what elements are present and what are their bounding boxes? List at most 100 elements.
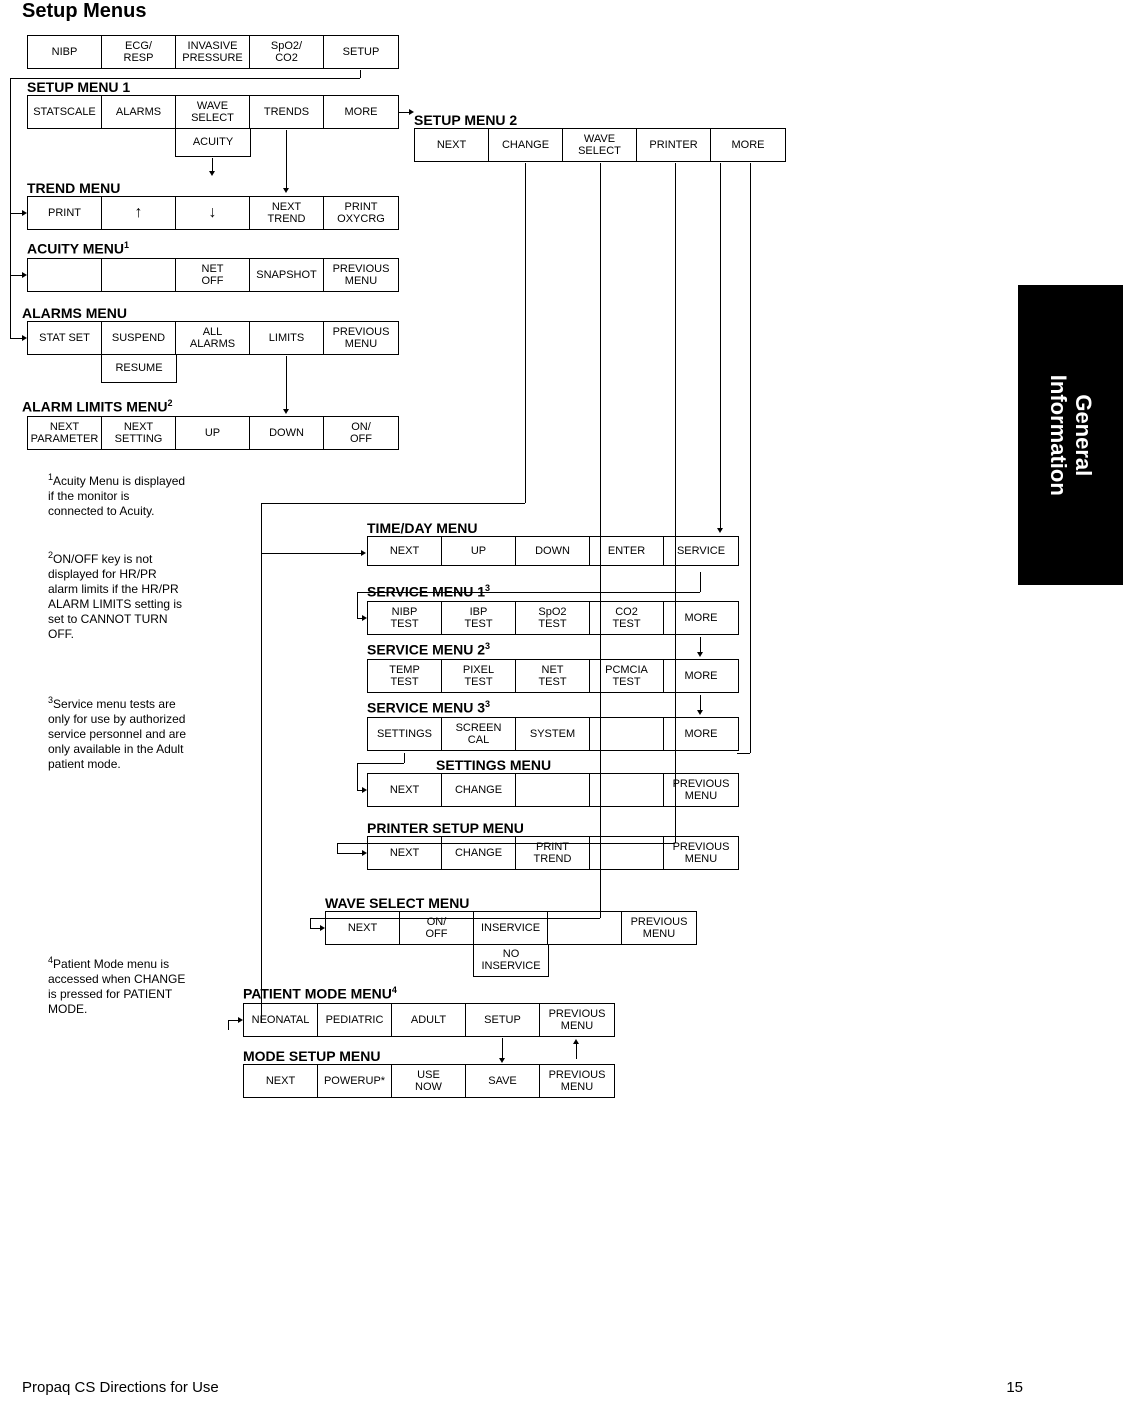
alarms-item[interactable]: STAT SET (28, 322, 102, 354)
time-day-item[interactable]: NEXT (368, 537, 442, 565)
setup1-item[interactable]: MORE (324, 96, 398, 128)
wave-select-item[interactable]: INSERVICE (474, 912, 548, 944)
mode-setup-item[interactable]: POWERUP* (318, 1065, 392, 1097)
alarms-item[interactable]: LIMITS (250, 322, 324, 354)
trend-item[interactable]: NEXTTREND (250, 197, 324, 229)
setup1-item[interactable]: ALARMS (102, 96, 176, 128)
connector-arrow (212, 158, 213, 171)
top-menu: NIBP ECG/RESP INVASIVEPRESSURE SpO2/CO2 … (27, 35, 399, 69)
time-day-header: TIME/DAY MENU (367, 520, 477, 536)
acuity-item[interactable]: NETOFF (176, 259, 250, 291)
printer-item[interactable]: CHANGE (442, 837, 516, 869)
connector-line (525, 163, 526, 503)
service2-item[interactable]: PCMCIATEST (590, 660, 664, 692)
setup1-item[interactable]: WAVESELECT (176, 96, 250, 128)
arrow-down-icon[interactable]: ↓ (176, 197, 250, 229)
note-3: 3Service menu tests are only for use by … (48, 695, 188, 772)
setup1-item[interactable]: TRENDS (250, 96, 324, 128)
mode-setup-item[interactable]: USENOW (392, 1065, 466, 1097)
service2-item[interactable]: TEMPTEST (368, 660, 442, 692)
resume-button[interactable]: RESUME (102, 354, 176, 382)
service-menu-3-header: SERVICE MENU 33 (367, 699, 490, 716)
connector-line (261, 503, 525, 504)
printer-setup-menu: NEXT CHANGE PRINTTREND PREVIOUSMENU (367, 836, 739, 870)
alarm-limits-item[interactable]: DOWN (250, 417, 324, 449)
mode-setup-item[interactable]: PREVIOUSMENU (540, 1065, 614, 1097)
time-day-item[interactable]: UP (442, 537, 516, 565)
mode-setup-menu: NEXT POWERUP* USENOW SAVE PREVIOUSMENU (243, 1064, 615, 1098)
patient-mode-item[interactable]: ADULT (392, 1004, 466, 1036)
patient-mode-item[interactable]: NEONATAL (244, 1004, 318, 1036)
connector-line (737, 753, 750, 754)
patient-mode-item[interactable]: SETUP (466, 1004, 540, 1036)
acuity-item[interactable]: PREVIOUSMENU (324, 259, 398, 291)
trend-item[interactable]: PRINTOXYCRG (324, 197, 398, 229)
connector-line (310, 918, 600, 919)
acuity-item[interactable]: SNAPSHOT (250, 259, 324, 291)
mode-setup-item[interactable]: SAVE (466, 1065, 540, 1097)
mode-setup-item[interactable]: NEXT (244, 1065, 318, 1097)
settings-menu: NEXT CHANGE PREVIOUSMENU (367, 773, 739, 807)
service3-item[interactable]: SETTINGS (368, 718, 442, 750)
patient-mode-item[interactable]: PREVIOUSMENU (540, 1004, 614, 1036)
alarm-limits-item[interactable]: UP (176, 417, 250, 449)
service2-item[interactable]: NETTEST (516, 660, 590, 692)
alarm-limits-item[interactable]: NEXTSETTING (102, 417, 176, 449)
printer-item[interactable]: PRINTTREND (516, 837, 590, 869)
top-menu-item[interactable]: SETUP (324, 36, 398, 68)
wave-select-item[interactable]: PREVIOUSMENU (622, 912, 696, 944)
alarms-item[interactable]: SUSPEND (102, 322, 176, 354)
connector-line (600, 163, 601, 918)
top-menu-item[interactable]: NIBP (28, 36, 102, 68)
top-menu-item[interactable]: ECG/RESP (102, 36, 176, 68)
setup2-item[interactable]: CHANGE (489, 129, 563, 161)
alarm-limits-menu: NEXTPARAMETER NEXTSETTING UP DOWN ON/OFF (27, 416, 399, 450)
top-menu-item[interactable]: SpO2/CO2 (250, 36, 324, 68)
service1-item[interactable]: NIBPTEST (368, 602, 442, 634)
connector-line (10, 78, 11, 338)
service-menu-3: SETTINGS SCREENCAL SYSTEM MORE (367, 717, 739, 751)
alarm-limits-item[interactable]: ON/OFF (324, 417, 398, 449)
setup1-item[interactable]: STATSCALE (28, 96, 102, 128)
connector-arrow (10, 213, 22, 214)
time-day-item[interactable]: DOWN (516, 537, 590, 565)
note-2: 2ON/OFF key is not displayed for HR/PR a… (48, 550, 188, 642)
service2-item[interactable]: PIXELTEST (442, 660, 516, 692)
top-menu-item[interactable]: INVASIVEPRESSURE (176, 36, 250, 68)
setup2-item[interactable]: NEXT (415, 129, 489, 161)
alarm-limits-item[interactable]: NEXTPARAMETER (28, 417, 102, 449)
acuity-item (102, 259, 176, 291)
acuity-button[interactable]: ACUITY (176, 128, 250, 156)
connector-arrow (576, 1044, 577, 1059)
setup1-sub: ACUITY (175, 128, 251, 157)
setup-menu-2-header: SETUP MENU 2 (414, 112, 517, 128)
alarms-item[interactable]: ALLALARMS (176, 322, 250, 354)
service3-item[interactable]: SYSTEM (516, 718, 590, 750)
printer-item[interactable]: NEXT (368, 837, 442, 869)
settings-menu-header: SETTINGS MENU (436, 757, 551, 773)
trend-item[interactable]: PRINT (28, 197, 102, 229)
setup2-item[interactable]: WAVESELECT (563, 129, 637, 161)
service-menu-2-header: SERVICE MENU 23 (367, 641, 490, 658)
setup2-item[interactable]: PRINTER (637, 129, 711, 161)
time-day-item[interactable]: ENTER (590, 537, 664, 565)
connector-line (404, 753, 405, 763)
arrow-up-icon[interactable]: ↑ (102, 197, 176, 229)
service1-item[interactable]: SpO2TEST (516, 602, 590, 634)
wave-select-menu: NEXT ON/OFF INSERVICE PREVIOUSMENU (325, 911, 697, 945)
service1-item[interactable]: CO2TEST (590, 602, 664, 634)
service3-item[interactable]: SCREENCAL (442, 718, 516, 750)
connector-arrow (10, 338, 22, 339)
settings-item[interactable]: NEXT (368, 774, 442, 806)
no-inservice-button[interactable]: NOINSERVICE (474, 944, 548, 976)
setup2-item[interactable]: MORE (711, 129, 785, 161)
wave-select-item[interactable]: ON/OFF (400, 912, 474, 944)
wave-select-item[interactable]: NEXT (326, 912, 400, 944)
connector-arrow (700, 695, 701, 710)
settings-item[interactable]: CHANGE (442, 774, 516, 806)
connector-arrow (261, 553, 361, 554)
patient-mode-item[interactable]: PEDIATRIC (318, 1004, 392, 1036)
service1-item[interactable]: IBPTEST (442, 602, 516, 634)
note-1: 1Acuity Menu is displayed if the monitor… (48, 472, 188, 519)
alarms-item[interactable]: PREVIOUSMENU (324, 322, 398, 354)
